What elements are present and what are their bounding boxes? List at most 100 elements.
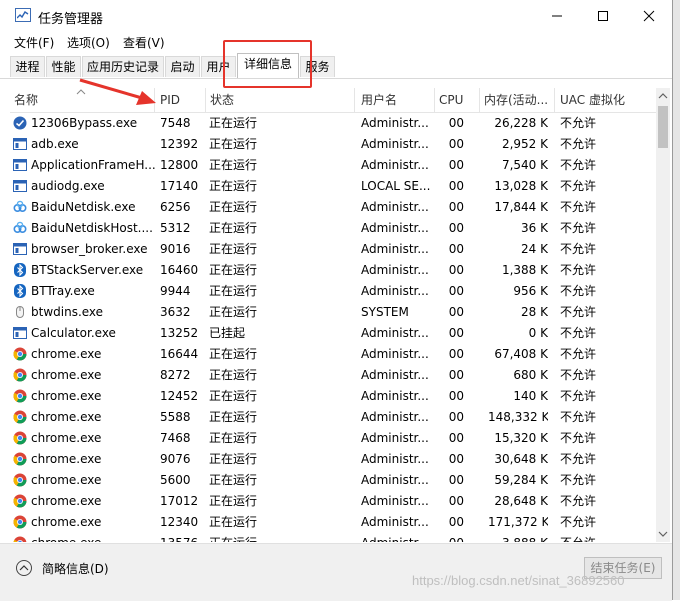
column-header-status[interactable]: 状态 (206, 88, 355, 112)
process-uac: 不允许 (560, 116, 597, 130)
watermark-text: https://blog.csdn.net/sinat_36892560 (412, 573, 625, 588)
scroll-down-icon[interactable] (656, 528, 670, 540)
close-button[interactable] (626, 0, 672, 32)
process-name: 12306Bypass.exe (10, 113, 155, 134)
task-manager-window: 任务管理器 文件(F) 选项(O) 查看(V) 进程 性能 应用历史记录 启动 … (0, 0, 673, 601)
process-uac: 不允许 (560, 137, 597, 151)
menu-view[interactable]: 查看(V) (123, 34, 165, 51)
column-header-cpu[interactable]: CPU (435, 88, 480, 112)
process-memory: 148,332 K (488, 410, 548, 424)
chrome-icon (13, 368, 27, 382)
title-bar[interactable]: 任务管理器 (0, 0, 672, 32)
minimize-button[interactable] (534, 0, 580, 32)
process-name: chrome.exe (10, 407, 155, 428)
table-row[interactable]: ApplicationFrameH... 12800 正在运行 Administr..… (10, 155, 656, 176)
process-memory: 28 K (521, 305, 548, 319)
table-row[interactable]: chrome.exe 16644 正在运行 Administr... 00 67,408 … (10, 344, 656, 365)
menu-options[interactable]: 选项(O) (67, 34, 110, 51)
table-row[interactable]: BTStackServer.exe 16460 正在运行 Administr... 00… (10, 260, 656, 281)
process-username: SYSTEM (361, 305, 409, 319)
chrome-icon (13, 389, 27, 403)
maximize-button[interactable] (580, 0, 626, 32)
process-cpu: 00 (448, 200, 464, 214)
process-memory: 1,388 K (501, 263, 548, 277)
column-header-uac[interactable]: UAC 虚拟化 (556, 88, 656, 112)
process-name-text: chrome.exe (31, 410, 102, 424)
process-pid: 13252 (160, 326, 199, 340)
process-name-text: BTStackServer.exe (31, 263, 144, 277)
process-pid: 5588 (160, 410, 191, 424)
process-memory: 7,540 K (501, 158, 548, 172)
process-pid: 7548 (160, 116, 191, 130)
table-row[interactable]: chrome.exe 17012 正在运行 Administr... 00 28,648 … (10, 491, 656, 512)
table-row[interactable]: chrome.exe 9076 正在运行 Administr... 00 30,648 K… (10, 449, 656, 470)
tab-startup[interactable]: 启动 (165, 56, 200, 77)
process-pid: 12800 (160, 158, 199, 172)
table-row[interactable]: chrome.exe 12452 正在运行 Administr... 00 140 K 不允… (10, 386, 656, 407)
process-uac: 不允许 (560, 389, 597, 403)
table-row[interactable]: audiodg.exe 17140 正在运行 LOCAL SE... 00 13,028 … (10, 176, 656, 197)
column-header-memory[interactable]: 内存(活动... (480, 88, 555, 112)
process-username: Administr... (361, 473, 429, 487)
tab-processes[interactable]: 进程 (10, 56, 45, 77)
column-header-pid[interactable]: PID (156, 88, 206, 112)
process-uac: 不允许 (560, 221, 597, 235)
table-row[interactable]: browser_broker.exe 9016 正在运行 Administr... 00… (10, 239, 656, 260)
process-name-text: BaiduNetdiskHost.... (31, 221, 153, 235)
table-row[interactable]: BTTray.exe 9944 正在运行 Administr... 00 956 K 不允许 (10, 281, 656, 302)
process-username: LOCAL SE... (361, 179, 431, 193)
table-row[interactable]: btwdins.exe 3632 正在运行 SYSTEM 00 28 K 不允许 (10, 302, 656, 323)
tab-app-history[interactable]: 应用历史记录 (82, 56, 164, 77)
process-uac: 不允许 (560, 305, 597, 319)
column-header-name[interactable]: 名称 (10, 88, 155, 112)
process-memory: 28,648 K (494, 494, 548, 508)
process-status: 正在运行 (209, 116, 258, 130)
fewer-details-toggle[interactable] (16, 560, 32, 576)
scroll-up-icon[interactable] (656, 90, 670, 102)
process-memory: 17,844 K (494, 200, 548, 214)
process-uac: 不允许 (560, 452, 597, 466)
menu-file[interactable]: 文件(F) (14, 34, 54, 51)
process-status: 正在运行 (209, 284, 258, 298)
table-row[interactable]: Calculator.exe 13252 已挂起 Administr... 00 0 K 不… (10, 323, 656, 344)
process-name-text: chrome.exe (31, 515, 102, 529)
process-memory: 36 K (521, 221, 548, 235)
table-row[interactable]: BaiduNetdiskHost.... 5312 正在运行 Administr...… (10, 218, 656, 239)
table-row[interactable]: chrome.exe 12340 正在运行 Administr... 00 171,372… (10, 512, 656, 533)
process-cpu: 00 (448, 389, 464, 403)
process-name: chrome.exe (10, 344, 155, 365)
sort-caret-icon (76, 89, 86, 95)
process-name: ApplicationFrameH... (10, 155, 155, 176)
vertical-scrollbar[interactable] (656, 88, 670, 542)
chrome-icon (13, 494, 27, 508)
process-name-text: audiodg.exe (31, 179, 105, 193)
window-app-icon (13, 326, 27, 340)
process-name-text: BaiduNetdisk.exe (31, 200, 136, 214)
table-row[interactable]: chrome.exe 8272 正在运行 Administr... 00 680 K 不允许 (10, 365, 656, 386)
table-row[interactable]: 12306Bypass.exe 7548 正在运行 Administr... 00 26,… (10, 113, 656, 134)
chrome-icon (13, 473, 27, 487)
minimize-icon (552, 15, 562, 17)
table-row[interactable]: chrome.exe 13576正在运行 Administr...00 3,888 K… (10, 533, 656, 542)
window-app-icon (13, 158, 27, 172)
column-header-username[interactable]: 用户名 (357, 88, 435, 112)
process-name: BTStackServer.exe (10, 260, 155, 281)
process-cpu: 00 (448, 221, 464, 235)
tab-performance[interactable]: 性能 (46, 56, 81, 77)
process-uac: 不允许 (560, 179, 597, 193)
chrome-icon (13, 410, 27, 424)
table-row[interactable]: chrome.exe 5600 正在运行 Administr... 00 59,284 K… (10, 470, 656, 491)
process-cpu: 00 (448, 473, 464, 487)
scrollbar-thumb[interactable] (658, 106, 668, 148)
process-username: Administr... (361, 533, 434, 542)
process-name-text: 12306Bypass.exe (31, 116, 138, 130)
process-name: chrome.exe (10, 470, 155, 491)
table-row[interactable]: chrome.exe 5588 正在运行 Administr... 00 148,332 … (10, 407, 656, 428)
process-username: Administr... (361, 410, 429, 424)
table-row[interactable]: BaiduNetdisk.exe 6256 正在运行 Administr... 00 17… (10, 197, 656, 218)
process-pid: 12340 (160, 515, 199, 529)
table-row[interactable]: adb.exe 12392 正在运行 Administr... 00 2,952 K 不允许 (10, 134, 656, 155)
fewer-details-link[interactable]: 简略信息(D) (42, 560, 109, 577)
process-pid: 16460 (160, 263, 199, 277)
table-row[interactable]: chrome.exe 7468 正在运行 Administr... 00 15,320 K… (10, 428, 656, 449)
